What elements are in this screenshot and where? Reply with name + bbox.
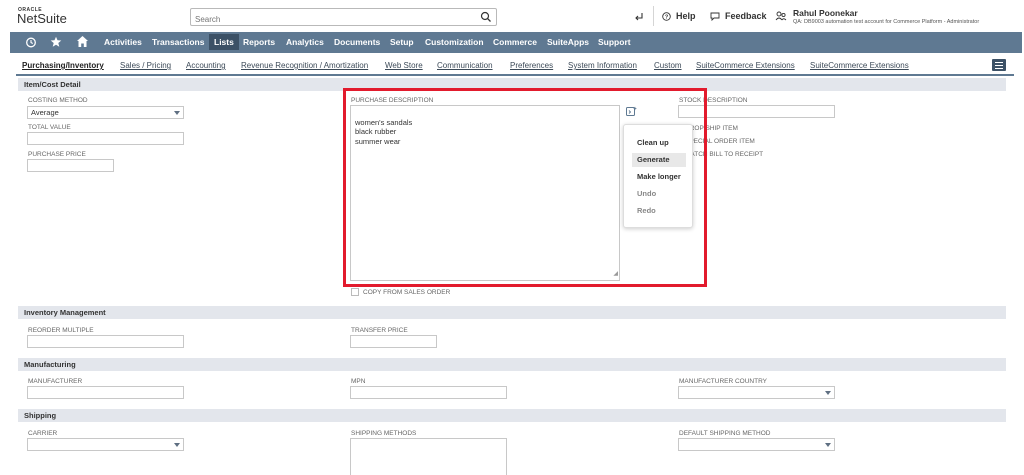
default-shipping-method-select[interactable] (678, 438, 835, 451)
highlight-box (343, 88, 707, 287)
section-inventory-management[interactable]: Inventory Management (18, 306, 1006, 319)
subtab-accounting[interactable]: Accounting (186, 61, 226, 70)
feedback-icon[interactable] (710, 12, 720, 21)
section-title: Shipping (24, 411, 57, 420)
section-title: Manufacturing (24, 360, 76, 369)
recent-icon[interactable] (25, 36, 37, 48)
shipping-methods-multiselect[interactable] (350, 438, 507, 475)
mpn-label: MPN (351, 378, 366, 385)
subtab-custom[interactable]: Custom (654, 61, 682, 70)
costing-method-label: COSTING METHOD (28, 97, 88, 104)
nav-reports[interactable]: Reports (243, 37, 275, 47)
nav-suiteapps[interactable]: SuiteApps (547, 37, 589, 47)
manufacturer-country-select[interactable] (678, 386, 835, 399)
nav-commerce[interactable]: Commerce (493, 37, 537, 47)
subtab-purchasing-inventory[interactable]: Purchasing/Inventory (22, 61, 104, 70)
manufacturer-field[interactable] (27, 386, 184, 399)
transfer-price-label: TRANSFER PRICE (351, 327, 408, 334)
global-search[interactable] (190, 8, 497, 28)
nav-documents[interactable]: Documents (334, 37, 380, 47)
netsuite-logo[interactable]: NetSuite (17, 11, 67, 26)
manufacturer-label: MANUFACTURER (28, 378, 83, 385)
copy-from-sales-order-label: COPY FROM SALES ORDER (363, 289, 451, 296)
subtab-sales-pricing[interactable]: Sales / Pricing (120, 61, 171, 70)
carrier-label: CARRIER (28, 430, 58, 437)
subtab-menu-icon[interactable] (992, 59, 1006, 71)
chevron-down-icon (825, 391, 831, 395)
chevron-down-icon (825, 443, 831, 447)
nav-transactions[interactable]: Transactions (152, 37, 204, 47)
main-nav: Activities Transactions Lists Reports An… (10, 32, 1022, 53)
feedback-link[interactable]: Feedback (725, 11, 767, 21)
nav-analytics[interactable]: Analytics (286, 37, 324, 47)
chevron-down-icon (174, 111, 180, 115)
separator (653, 6, 654, 26)
subtab-revenue-recognition[interactable]: Revenue Recognition / Amortization (241, 61, 368, 70)
role-switch-icon[interactable] (775, 10, 787, 22)
section-title: Item/Cost Detail (24, 80, 81, 89)
mpn-field[interactable] (350, 386, 507, 399)
subtab-suitecommerce-extensions-1[interactable]: SuiteCommerce Extensions (696, 61, 795, 70)
star-icon[interactable] (50, 36, 62, 48)
user-name[interactable]: Rahul Poonekar (793, 8, 858, 18)
purchase-price-label: PURCHASE PRICE (28, 151, 86, 158)
nav-setup[interactable]: Setup (390, 37, 414, 47)
subtab-system-information[interactable]: System Information (568, 61, 637, 70)
shipping-methods-label: SHIPPING METHODS (351, 430, 417, 437)
manufacturer-country-label: MANUFACTURER COUNTRY (679, 378, 767, 385)
purchase-price-field[interactable] (27, 159, 114, 172)
nav-lists[interactable]: Lists (209, 34, 239, 50)
subtab-preferences[interactable]: Preferences (510, 61, 553, 70)
copy-from-sales-order-checkbox[interactable] (351, 288, 359, 296)
nav-customization[interactable]: Customization (425, 37, 484, 47)
chevron-down-icon (174, 443, 180, 447)
home-icon[interactable] (76, 35, 89, 48)
help-link[interactable]: Help (676, 11, 696, 21)
carrier-select[interactable] (27, 438, 184, 451)
search-icon[interactable] (480, 11, 492, 23)
transfer-price-field[interactable] (350, 335, 437, 348)
nav-activities[interactable]: Activities (104, 37, 142, 47)
default-shipping-method-label: DEFAULT SHIPPING METHOD (679, 430, 771, 437)
subtab-bar: Purchasing/Inventory Sales / Pricing Acc… (16, 59, 1014, 73)
recent-records-icon[interactable] (634, 11, 644, 22)
section-title: Inventory Management (24, 308, 106, 317)
user-role[interactable]: QA: DB9003 automation test account for C… (793, 19, 979, 25)
total-value-field[interactable] (27, 132, 184, 145)
help-icon[interactable]: ? (662, 12, 671, 21)
costing-method-value: Average (31, 108, 59, 117)
search-input[interactable] (191, 11, 471, 28)
section-manufacturing[interactable]: Manufacturing (18, 358, 1006, 371)
subtab-web-store[interactable]: Web Store (385, 61, 423, 70)
costing-method-select[interactable]: Average (27, 106, 184, 119)
section-shipping[interactable]: Shipping (18, 409, 1006, 422)
reorder-multiple-label: REORDER MULTIPLE (28, 327, 94, 334)
reorder-multiple-field[interactable] (27, 335, 184, 348)
subtab-divider (16, 74, 1014, 76)
top-bar: ORACLE NetSuite ? Help Feedback Rahul Po… (0, 0, 1024, 32)
total-value-label: TOTAL VALUE (28, 124, 71, 131)
nav-support[interactable]: Support (598, 37, 631, 47)
subtab-suitecommerce-extensions-2[interactable]: SuiteCommerce Extensions (810, 61, 909, 70)
subtab-communication[interactable]: Communication (437, 61, 493, 70)
